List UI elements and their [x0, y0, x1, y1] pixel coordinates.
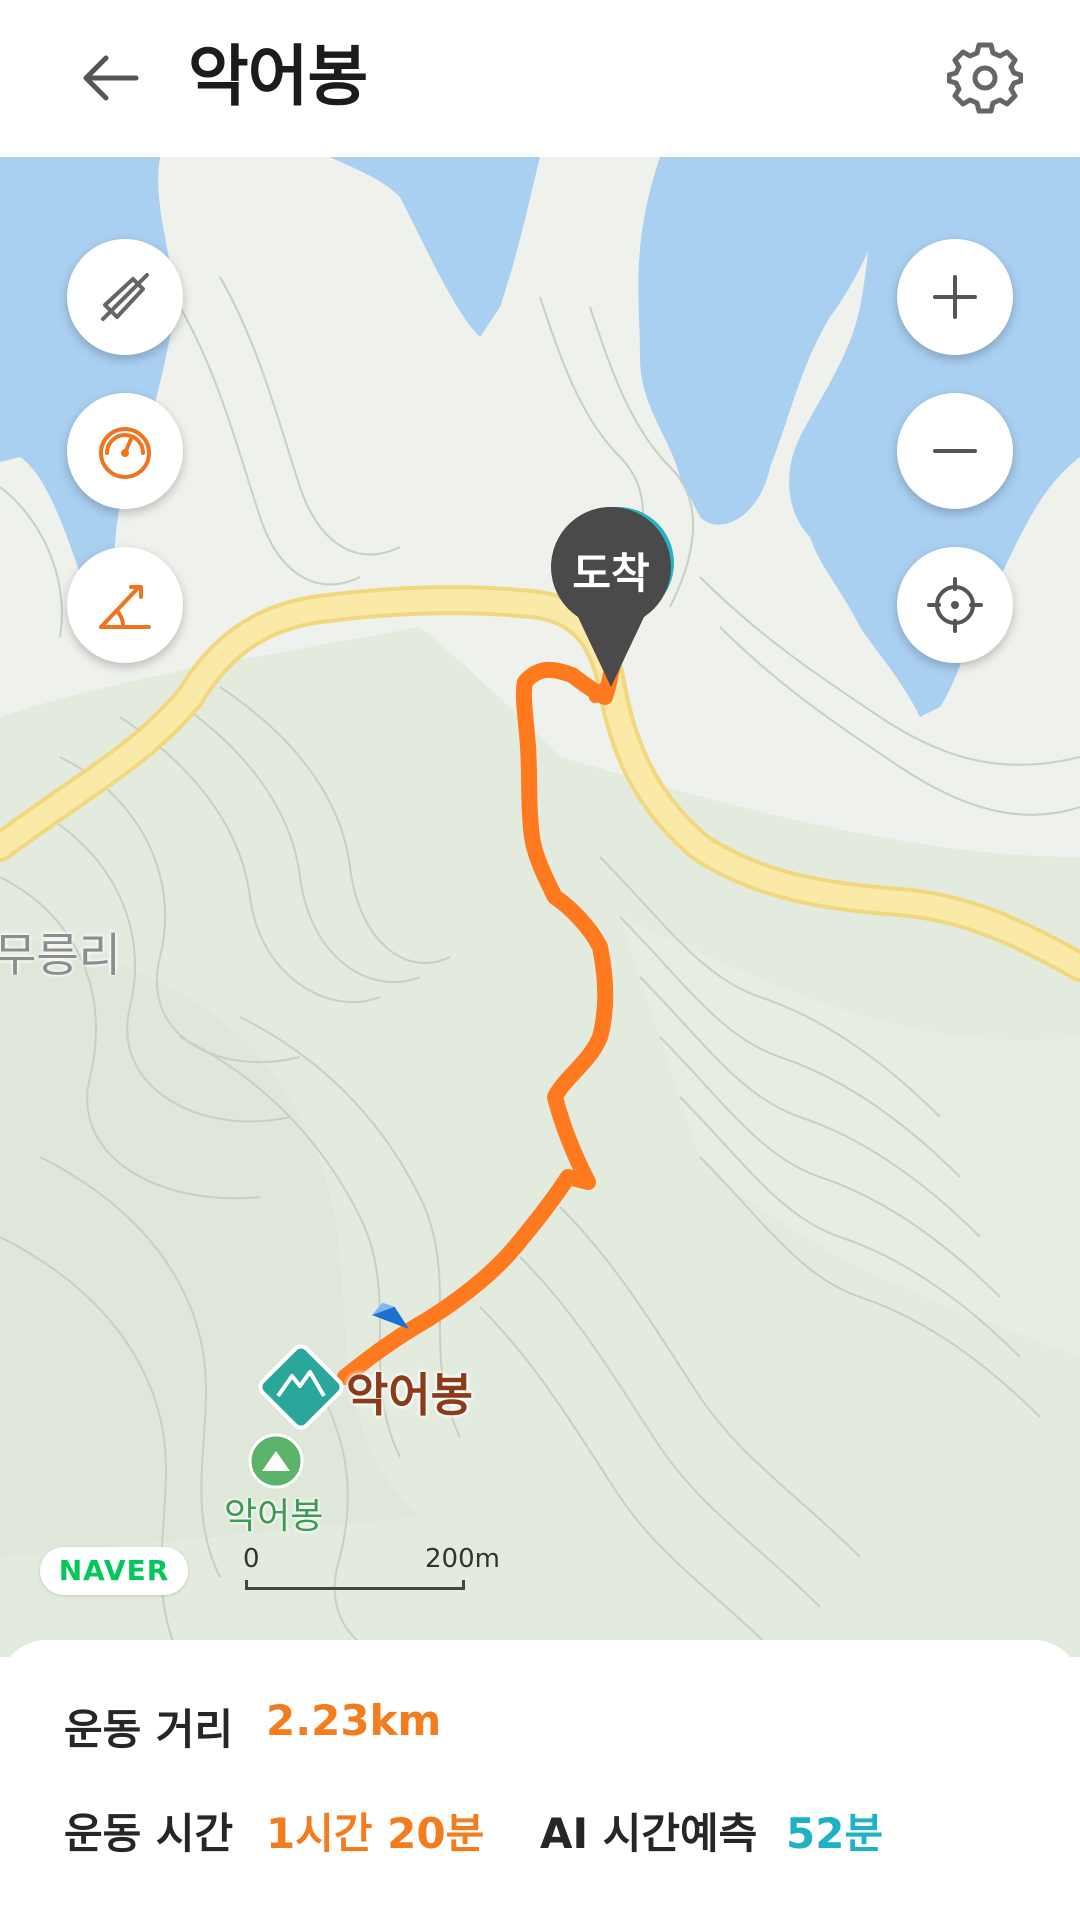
compass-off-icon	[101, 273, 149, 321]
peak-poi-label: 악어봉	[224, 1496, 324, 1537]
arrival-marker-label: 도착	[572, 549, 650, 598]
distance-label: 운동 거리	[64, 1705, 234, 1754]
stats-panel: 운동 거리 2.23km 운동 시간 1시간 20분 AI 시간예측 52분	[0, 1640, 1080, 1919]
map-scale: 0 200m	[243, 1544, 503, 1604]
ai-estimate-label: AI 시간예측	[540, 1809, 758, 1858]
locate-icon	[927, 577, 983, 633]
water-area	[330, 157, 540, 337]
time-label: 운동 시간	[64, 1809, 234, 1858]
speedometer-icon	[99, 427, 151, 479]
compass-toggle-button[interactable]	[67, 239, 183, 355]
zoom-out-icon	[933, 449, 977, 453]
gear-icon	[946, 42, 1024, 114]
my-location-button[interactable]	[897, 547, 1013, 663]
scale-line	[245, 1580, 465, 1590]
scale-end-label: 200m	[425, 1544, 500, 1574]
water-area	[0, 157, 174, 597]
zoom-out-button[interactable]	[897, 393, 1013, 509]
zoom-in-button[interactable]	[897, 239, 1013, 355]
map-canvas	[0, 157, 1080, 1657]
scale-start-label: 0	[243, 1544, 260, 1574]
speed-button[interactable]	[67, 393, 183, 509]
page-title: 악어봉	[188, 38, 368, 115]
time-value: 1시간 20분	[266, 1809, 485, 1858]
village-label: 무릉리	[0, 928, 121, 982]
trail-map[interactable]: 악어봉 악어봉 무릉리 도착 NAVER 0 200m	[0, 157, 1080, 1657]
ai-estimate-value: 52분	[786, 1809, 884, 1858]
distance-value: 2.23km	[266, 1696, 442, 1745]
app-header: 악어봉	[0, 0, 1080, 157]
arrow-left-icon	[83, 55, 139, 101]
mountain-peak-icon[interactable]	[258, 1344, 344, 1430]
slope-icon	[99, 585, 151, 629]
mountain-poi-icon[interactable]	[248, 1433, 304, 1489]
peak-name-label: 악어봉	[346, 1368, 473, 1422]
naver-logo: NAVER	[40, 1547, 188, 1595]
settings-button[interactable]	[946, 40, 1024, 116]
zoom-in-icon	[933, 275, 977, 319]
slope-button[interactable]	[67, 547, 183, 663]
back-button[interactable]	[72, 40, 148, 116]
